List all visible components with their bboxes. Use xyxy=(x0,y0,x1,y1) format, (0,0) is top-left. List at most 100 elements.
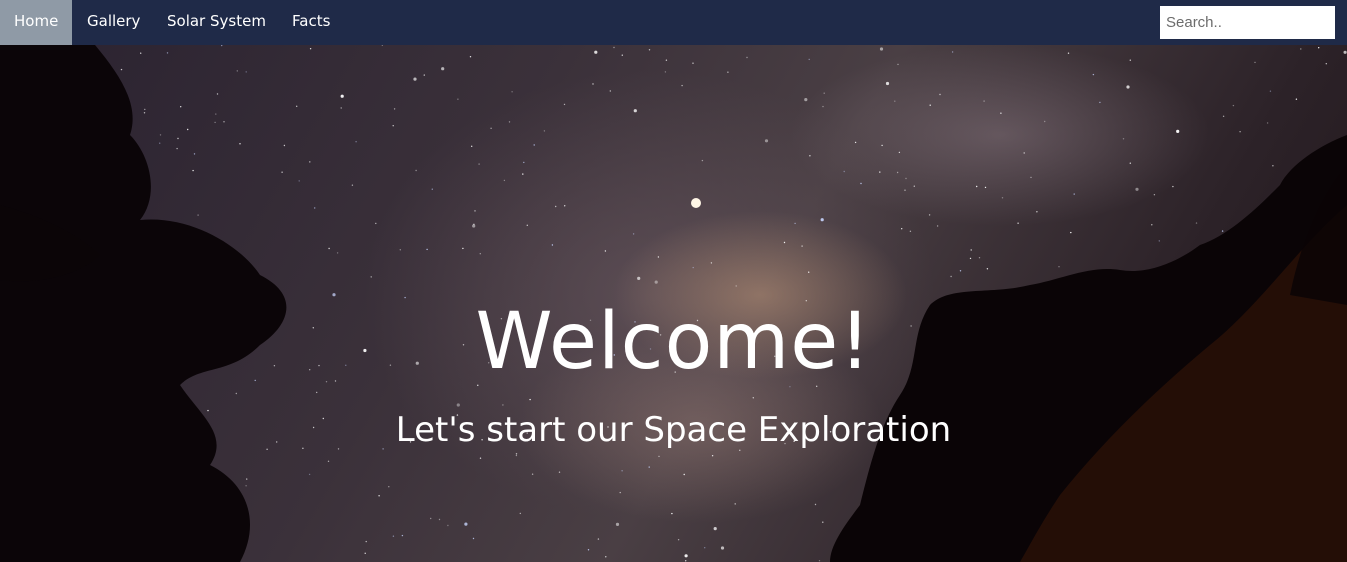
star xyxy=(901,228,903,230)
nav-gallery[interactable]: Gallery xyxy=(73,0,154,45)
star xyxy=(704,547,706,549)
nav-home[interactable]: Home xyxy=(0,0,72,45)
star xyxy=(522,173,524,175)
star xyxy=(752,397,754,399)
star xyxy=(592,83,594,85)
bright-star xyxy=(691,198,701,208)
star xyxy=(1151,224,1153,226)
star xyxy=(746,56,748,59)
star xyxy=(328,247,330,250)
star xyxy=(221,45,223,47)
star xyxy=(1266,122,1269,124)
star xyxy=(734,503,736,505)
star xyxy=(340,94,344,98)
star xyxy=(464,522,468,526)
star xyxy=(564,205,566,207)
star xyxy=(471,145,473,147)
star xyxy=(551,244,554,246)
star xyxy=(223,121,225,123)
star xyxy=(658,455,660,458)
star xyxy=(808,271,810,273)
star xyxy=(508,121,511,123)
star xyxy=(431,188,433,190)
star xyxy=(1017,222,1019,224)
star xyxy=(986,268,989,270)
star xyxy=(681,84,683,87)
star xyxy=(735,285,737,287)
star xyxy=(683,473,685,476)
star xyxy=(563,103,566,106)
star xyxy=(457,98,459,100)
star xyxy=(929,104,931,106)
star xyxy=(978,257,981,259)
star xyxy=(720,546,725,550)
star xyxy=(1176,129,1180,133)
star xyxy=(159,134,162,136)
star xyxy=(519,512,521,515)
star xyxy=(447,524,449,527)
star xyxy=(1325,63,1328,65)
star xyxy=(441,67,445,71)
star xyxy=(594,50,598,54)
star xyxy=(664,71,667,73)
star xyxy=(364,552,366,554)
star xyxy=(479,253,481,255)
star xyxy=(327,460,330,462)
star xyxy=(214,121,216,124)
star xyxy=(370,276,372,278)
star xyxy=(533,144,535,146)
star xyxy=(426,248,428,251)
star xyxy=(192,169,194,172)
star xyxy=(692,62,694,64)
nav-solar-system[interactable]: Solar System xyxy=(153,0,280,45)
star xyxy=(388,486,390,488)
star xyxy=(120,68,123,71)
star xyxy=(879,47,884,51)
hero-banner: Welcome! Let's start our Space Explorati… xyxy=(0,45,1347,562)
star xyxy=(976,185,978,188)
star xyxy=(515,454,518,457)
star xyxy=(503,179,506,182)
star xyxy=(555,205,557,208)
star xyxy=(898,151,901,154)
star xyxy=(648,466,650,468)
star xyxy=(597,538,600,540)
star xyxy=(711,455,714,457)
star xyxy=(843,170,845,173)
star xyxy=(657,256,660,258)
star xyxy=(1129,162,1132,164)
star xyxy=(654,280,658,284)
star xyxy=(474,210,476,212)
search-input[interactable] xyxy=(1160,6,1335,39)
star xyxy=(529,398,531,401)
star xyxy=(1300,48,1302,50)
star xyxy=(1073,193,1075,195)
star xyxy=(143,112,146,114)
star xyxy=(308,473,311,476)
star xyxy=(969,257,972,260)
star xyxy=(1343,50,1347,54)
star xyxy=(823,92,825,94)
star xyxy=(605,556,607,558)
star xyxy=(905,177,907,180)
nav-facts[interactable]: Facts xyxy=(278,0,344,45)
star xyxy=(479,457,482,459)
star xyxy=(246,478,248,480)
star xyxy=(502,404,504,406)
star xyxy=(309,48,312,50)
star xyxy=(1122,138,1125,140)
star xyxy=(1318,47,1320,49)
star xyxy=(896,171,899,174)
star xyxy=(1269,90,1272,92)
star xyxy=(1195,222,1198,224)
star xyxy=(879,171,881,173)
star xyxy=(1135,187,1139,191)
star xyxy=(951,51,954,53)
star xyxy=(365,540,367,543)
star xyxy=(415,169,417,172)
star xyxy=(1070,231,1072,234)
star xyxy=(462,247,464,250)
star xyxy=(430,517,432,520)
star xyxy=(393,108,396,110)
star xyxy=(392,535,395,537)
